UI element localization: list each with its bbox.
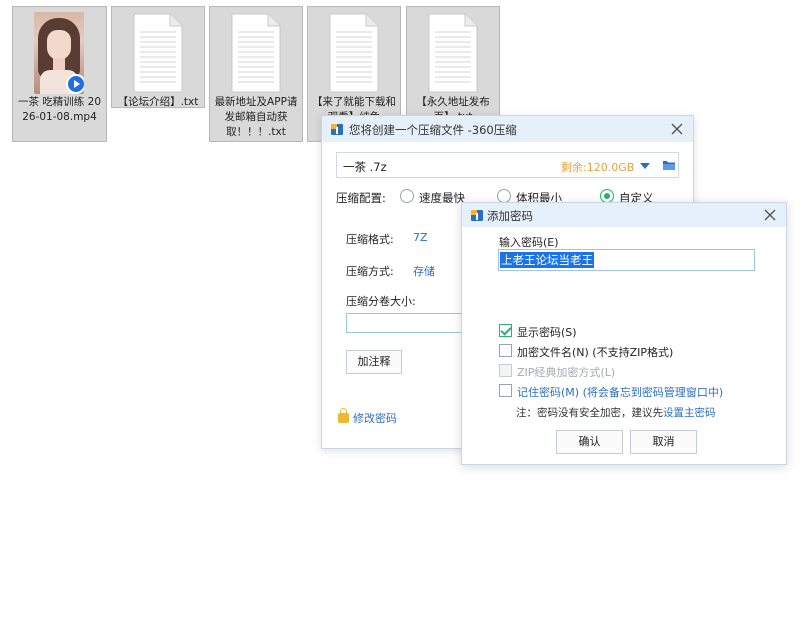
- close-icon[interactable]: [762, 207, 778, 223]
- file-label: 最新地址及APP请发邮箱自动获取！！！.txt: [214, 96, 298, 138]
- file-tile-video[interactable]: 一茶 吃精训练 2026-01-08.mp4: [12, 6, 107, 142]
- lock-icon: [338, 408, 349, 423]
- remember-password-label: 记住密码(M) (将会备忘到密码管理窗口中): [517, 386, 724, 399]
- password-input-label: 输入密码(E): [499, 236, 559, 249]
- encrypt-filenames-checkbox[interactable]: [499, 344, 512, 357]
- app-archive-icon: [331, 124, 343, 135]
- dropdown-arrow-icon[interactable]: [639, 162, 651, 170]
- radio-size-smallest[interactable]: [497, 189, 511, 203]
- confirm-button[interactable]: 确认: [556, 430, 623, 454]
- modify-password-link[interactable]: 修改密码: [338, 408, 397, 426]
- text-file-icon: [328, 12, 380, 94]
- config-label: 压缩配置:: [336, 191, 386, 205]
- text-file-icon: [230, 12, 282, 94]
- dialog-title: 添加密码: [487, 209, 533, 223]
- dialog-title: 您将创建一个压缩文件 -360压缩: [349, 123, 517, 137]
- volume-size-label: 压缩分卷大小:: [346, 295, 416, 308]
- zip-classic-encryption-label: ZIP经典加密方式(L): [517, 366, 616, 379]
- radio-label-speed: 速度最快: [419, 191, 465, 205]
- file-tile-txt[interactable]: 【论坛介绍】.txt: [111, 6, 205, 108]
- title-bar: 您将创建一个压缩文件 -360压缩: [322, 116, 693, 142]
- title-bar: 添加密码: [462, 203, 786, 227]
- security-note-text: 注：密码没有安全加密，建议先: [516, 407, 663, 419]
- encrypt-filenames-label: 加密文件名(N) (不支持ZIP格式): [517, 346, 674, 359]
- video-player-badge-icon: [65, 74, 84, 94]
- app-archive-icon: [471, 210, 483, 221]
- text-file-icon: [132, 12, 184, 94]
- password-value: 上老王论坛当老王: [500, 252, 594, 268]
- add-comment-button[interactable]: 加注释: [346, 350, 402, 374]
- volume-size-select[interactable]: [346, 313, 470, 333]
- folder-icon[interactable]: [662, 159, 676, 171]
- close-icon[interactable]: [669, 121, 685, 137]
- method-select[interactable]: 存储: [413, 263, 435, 279]
- zip-classic-encryption-checkbox: [499, 364, 512, 377]
- show-password-label: 显示密码(S): [517, 326, 577, 339]
- show-password-checkbox[interactable]: [499, 324, 512, 337]
- radio-custom[interactable]: [600, 189, 614, 203]
- add-password-dialog: 添加密码 输入密码(E) 上老王论坛当老王 显示密码(S) 加密文件名(N) (…: [461, 202, 787, 465]
- cancel-button[interactable]: 取消: [630, 430, 697, 454]
- method-label: 压缩方式:: [346, 265, 394, 278]
- file-tile-txt[interactable]: 最新地址及APP请发邮箱自动获取！！！.txt: [209, 6, 303, 142]
- file-label: 【论坛介绍】.txt: [117, 96, 199, 108]
- remember-password-checkbox[interactable]: [499, 384, 512, 397]
- format-label: 压缩格式:: [346, 233, 394, 246]
- video-thumbnail: [33, 12, 86, 94]
- security-note: 注：密码没有安全加密，建议先设置主密码: [516, 405, 716, 420]
- archive-name: 一茶 .7z: [343, 160, 387, 174]
- archive-path-field[interactable]: 一茶 .7z 剩余:120.0GB: [336, 152, 679, 178]
- modify-password-label: 修改密码: [353, 412, 397, 425]
- password-input[interactable]: 上老王论坛当老王: [498, 249, 755, 271]
- set-master-password-link[interactable]: 设置主密码: [663, 407, 716, 419]
- file-label: 一茶 吃精训练 2026-01-08.mp4: [17, 96, 102, 123]
- format-select[interactable]: 7Z: [413, 231, 428, 244]
- text-file-icon: [427, 12, 479, 94]
- radio-speed-fastest[interactable]: [400, 189, 414, 203]
- free-space-label: 剩余:120.0GB: [561, 161, 635, 174]
